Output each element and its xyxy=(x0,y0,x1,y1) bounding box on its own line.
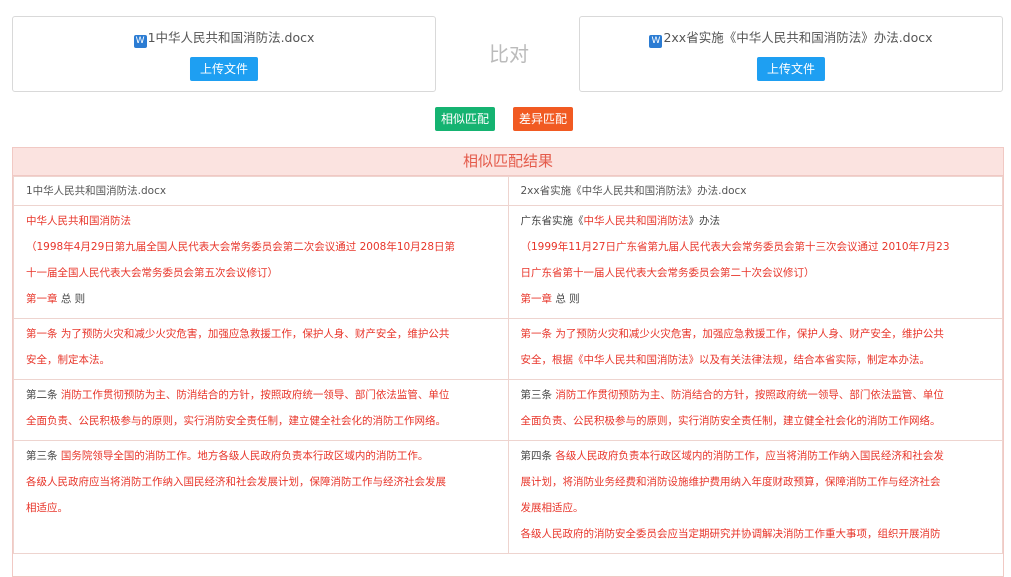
matched-text: 第一章 xyxy=(26,293,61,305)
left-cell: 第三条 国务院领导全国的消防工作。地方各级人民政府负责本行政区域内的消防工作。各… xyxy=(13,440,509,554)
matched-text: 安全，根据《中华人民共和国消防法》以及有关法律法规，结合本省实际，制定本办法。 xyxy=(520,354,931,366)
left-cell: 第一条 为了预防火灾和减少火灾危害，加强应急救援工作，保护人身、财产安全，维护公… xyxy=(13,318,509,380)
matched-text: 安全，制定本法。 xyxy=(26,354,110,366)
matched-text: 第一条 为了预防火灾和减少火灾危害，加强应急救援工作，保护人身、财产安全，维护公… xyxy=(26,328,450,340)
left-cell: 第二条 消防工作贯彻预防为主、防消结合的方针，按照政府统一领导、部门依法监管、单… xyxy=(13,379,509,441)
text-line: 第一章 总 则 xyxy=(521,286,993,312)
matched-text: 展计划，将消防业务经费和消防设施维护费用纳入年度财政预算，保障消防工作与经济社会 xyxy=(520,476,941,488)
text-line: 第三条 国务院领导全国的消防工作。地方各级人民政府负责本行政区域内的消防工作。 xyxy=(26,443,498,469)
similar-match-button[interactable]: 相似匹配 xyxy=(435,107,496,131)
text-line: 第三条 消防工作贯彻预防为主、防消结合的方针，按照政府统一领导、部门依法监管、单… xyxy=(521,382,993,408)
compare-label: 比对 xyxy=(489,42,529,66)
text-line: 第一条 为了预防火灾和减少火灾危害，加强应急救援工作，保护人身、财产安全，维护公… xyxy=(26,321,498,347)
plain-text: 第四条 xyxy=(520,450,556,462)
text-line: 安全，根据《中华人民共和国消防法》以及有关法律法规，结合本省实际，制定本办法。 xyxy=(521,347,993,373)
right-file-panel: W 2xx省实施《中华人民共和国消防法》办法.docx 上传文件 xyxy=(579,16,1003,92)
text-line: （1999年11月27日广东省第九届人民代表大会常务委员会第十三次会议通过 20… xyxy=(521,234,993,260)
plain-text: 第三条 xyxy=(520,389,556,401)
left-file-name: 1中华人民共和国消防法.docx xyxy=(147,30,315,45)
word-doc-icon: W xyxy=(133,35,147,48)
matched-text: 中华人民共和国消防法 xyxy=(26,215,131,227)
right-column-header: 2xx省实施《中华人民共和国消防法》办法.docx xyxy=(507,176,1003,206)
plain-text: 第二条 xyxy=(26,389,61,401)
matched-text: （1998年4月29日第九届全国人民代表大会常务委员会第二次会议通过 2008年… xyxy=(26,241,456,253)
word-doc-icon: W xyxy=(649,35,663,48)
text-line: 各级人民政府的消防安全委员会应当定期研究并协调解决消防工作重大事项，组织开展消防 xyxy=(521,521,993,547)
text-line: 第一章 总 则 xyxy=(26,286,498,312)
text-line: （1998年4月29日第九届全国人民代表大会常务委员会第二次会议通过 2008年… xyxy=(26,234,498,260)
text-line: 各级人民政府应当将消防工作纳入国民经济和社会发展计划，保障消防工作与经济社会发展 xyxy=(26,469,498,495)
results-header-row: 1中华人民共和国消防法.docx 2xx省实施《中华人民共和国消防法》办法.do… xyxy=(13,176,1003,206)
comparison-row: 第二条 消防工作贯彻预防为主、防消结合的方针，按照政府统一领导、部门依法监管、单… xyxy=(13,379,1003,441)
matched-text: 各级人民政府负责本行政区域内的消防工作，应当将消防工作纳入国民经济和社会发 xyxy=(555,450,944,462)
plain-text: 总 则 xyxy=(60,293,86,305)
text-line: 中华人民共和国消防法 xyxy=(26,208,498,234)
text-line: 全面负责、公民积极参与的原则，实行消防安全责任制，建立健全社会化的消防工作网络。 xyxy=(26,408,498,434)
right-cell: 广东省实施《中华人民共和国消防法》办法 （1999年11月27日广东省第九届人民代… xyxy=(507,205,1003,319)
matched-text: 日广东省第十一届人民代表大会常务委员会第二十次会议修订） xyxy=(520,267,815,279)
results-table: 1中华人民共和国消防法.docx 2xx省实施《中华人民共和国消防法》办法.do… xyxy=(13,176,1003,554)
left-file-panel: W 1中华人民共和国消防法.docx 上传文件 xyxy=(12,16,436,92)
comparison-row: 中华人民共和国消防法 （1998年4月29日第九届全国人民代表大会常务委员会第二次… xyxy=(13,205,1003,319)
matched-text: 消防工作贯彻预防为主、防消结合的方针，按照政府统一领导、部门依法监管、单位 xyxy=(60,389,450,401)
right-cell: 第四条 各级人民政府负责本行政区域内的消防工作，应当将消防工作纳入国民经济和社会… xyxy=(507,440,1003,554)
text-line: 十一届全国人民代表大会常务委员会第五次会议修订） xyxy=(26,260,498,286)
text-line: 展计划，将消防业务经费和消防设施维护费用纳入年度财政预算，保障消防工作与经济社会 xyxy=(521,469,993,495)
matched-text: 第一章 xyxy=(520,293,556,305)
right-file-name-row: W 2xx省实施《中华人民共和国消防法》办法.docx xyxy=(580,27,1002,48)
matched-text: 全面负责、公民积极参与的原则，实行消防安全责任制，建立健全社会化的消防工作网络。 xyxy=(520,415,941,427)
text-line: 第一条 为了预防火灾和减少火灾危害，加强应急救援工作，保护人身、财产安全，维护公… xyxy=(521,321,993,347)
text-line: 第四条 各级人民政府负责本行政区域内的消防工作，应当将消防工作纳入国民经济和社会… xyxy=(521,443,993,469)
results-panel: 相似匹配结果 1中华人民共和国消防法.docx 2xx省实施《中华人民共和国消防… xyxy=(12,147,1004,577)
matched-text: （1999年11月27日广东省第九届人民代表大会常务委员会第十三次会议通过 20… xyxy=(520,241,950,253)
right-file-name: 2xx省实施《中华人民共和国消防法》办法.docx xyxy=(663,30,933,45)
text-line: 发展相适应。 xyxy=(521,495,993,521)
results-title: 相似匹配结果 xyxy=(13,148,1003,176)
matched-text: 发展相适应。 xyxy=(520,502,584,514)
matched-text: 十一届全国人民代表大会常务委员会第五次会议修订） xyxy=(26,267,278,279)
comparison-row: 第一条 为了预防火灾和减少火灾危害，加强应急救援工作，保护人身、财产安全，维护公… xyxy=(13,318,1003,380)
text-line: 广东省实施《中华人民共和国消防法》办法 xyxy=(521,208,993,234)
right-cell: 第三条 消防工作贯彻预防为主、防消结合的方针，按照政府统一领导、部门依法监管、单… xyxy=(507,379,1003,441)
matched-text: 第一条 为了预防火灾和减少火灾危害，加强应急救援工作，保护人身、财产安全，维护公… xyxy=(520,328,944,340)
right-upload-button[interactable]: 上传文件 xyxy=(756,57,826,81)
diff-match-button[interactable]: 差异匹配 xyxy=(513,107,574,131)
matched-text: 国务院领导全国的消防工作。地方各级人民政府负责本行政区域内的消防工作。 xyxy=(60,450,429,462)
matched-text: 各级人民政府的消防安全委员会应当定期研究并协调解决消防工作重大事项，组织开展消防 xyxy=(520,528,941,540)
matched-text: 消防工作贯彻预防为主、防消结合的方针，按照政府统一领导、部门依法监管、单位 xyxy=(555,389,944,401)
right-cell: 第一条 为了预防火灾和减少火灾危害，加强应急救援工作，保护人身、财产安全，维护公… xyxy=(507,318,1003,380)
left-file-name-row: W 1中华人民共和国消防法.docx xyxy=(13,27,435,48)
matched-text: 相适应。 xyxy=(26,502,68,514)
text-line: 相适应。 xyxy=(26,495,498,521)
plain-text: 第三条 xyxy=(26,450,61,462)
left-column-header: 1中华人民共和国消防法.docx xyxy=(13,176,509,206)
plain-text: 总 则 xyxy=(555,293,580,305)
text-line: 日广东省第十一届人民代表大会常务委员会第二十次会议修订） xyxy=(521,260,993,286)
left-cell: 中华人民共和国消防法 （1998年4月29日第九届全国人民代表大会常务委员会第二次… xyxy=(13,205,509,319)
matched-text: 中华人民共和国消防法 xyxy=(583,215,689,227)
plain-text: 广东省实施《 xyxy=(520,215,584,227)
plain-text: 》办法 xyxy=(688,215,721,227)
text-line: 第二条 消防工作贯彻预防为主、防消结合的方针，按照政府统一领导、部门依法监管、单… xyxy=(26,382,498,408)
matched-text: 各级人民政府应当将消防工作纳入国民经济和社会发展计划，保障消防工作与经济社会发展 xyxy=(26,476,446,488)
comparison-row: 第三条 国务院领导全国的消防工作。地方各级人民政府负责本行政区域内的消防工作。各… xyxy=(13,440,1003,554)
matched-text: 全面负责、公民积极参与的原则，实行消防安全责任制，建立健全社会化的消防工作网络。 xyxy=(26,415,446,427)
text-line: 全面负责、公民积极参与的原则，实行消防安全责任制，建立健全社会化的消防工作网络。 xyxy=(521,408,993,434)
left-upload-button[interactable]: 上传文件 xyxy=(189,57,259,81)
text-line: 安全，制定本法。 xyxy=(26,347,498,373)
